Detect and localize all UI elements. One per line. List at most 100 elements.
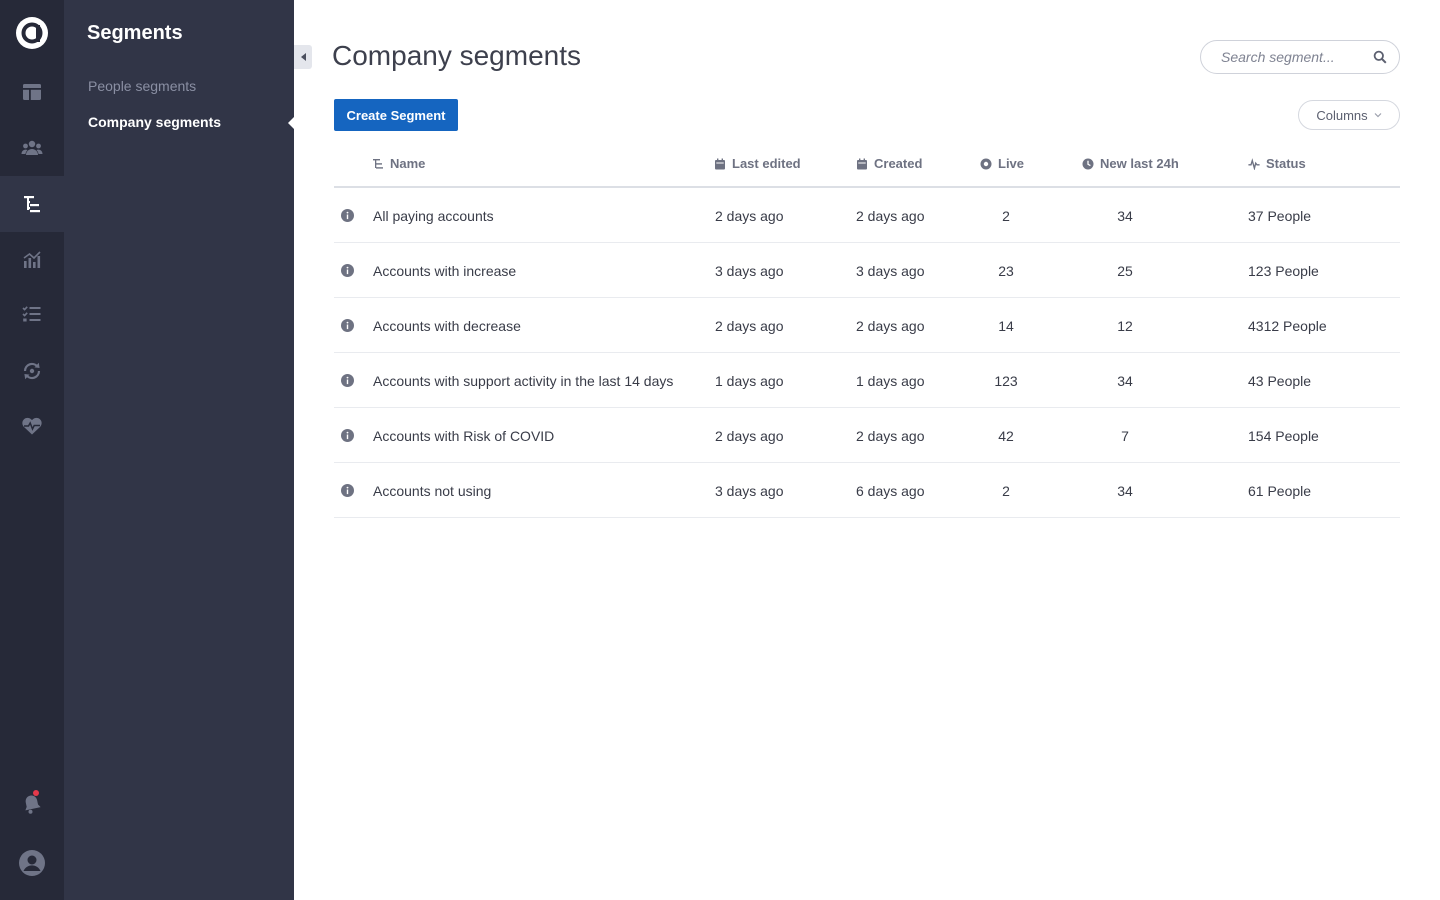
column-header-status[interactable]: Status — [1248, 156, 1306, 171]
new-last-24h-count: 7 — [1121, 428, 1129, 444]
new-last-24h-count: 25 — [1117, 263, 1133, 279]
info-icon[interactable] — [341, 484, 354, 497]
column-header-status-label: Status — [1266, 156, 1306, 171]
segment-name[interactable]: Accounts with Risk of COVID — [373, 428, 554, 444]
live-count: 42 — [998, 428, 1014, 444]
segments-icon — [24, 196, 40, 213]
table-row[interactable]: Accounts with decrease 2 days ago 2 days… — [334, 298, 1400, 353]
notification-badge — [33, 790, 39, 796]
column-header-new-last-24h-label: New last 24h — [1100, 156, 1179, 171]
rail-item-sync[interactable] — [0, 343, 64, 399]
sidebar-item-company-segments[interactable]: Company segments — [88, 114, 221, 130]
created: 2 days ago — [856, 428, 925, 444]
status: 4312 People — [1248, 318, 1327, 334]
info-icon[interactable] — [341, 319, 354, 332]
live-count: 23 — [998, 263, 1014, 279]
live-count: 2 — [1002, 483, 1010, 499]
chevron-left-icon — [300, 53, 306, 61]
table-row[interactable]: Accounts with Risk of COVID 2 days ago 2… — [334, 408, 1400, 463]
segment-name[interactable]: Accounts with decrease — [373, 318, 521, 334]
last-edited: 2 days ago — [715, 428, 784, 444]
table-row[interactable]: Accounts not using 3 days ago 6 days ago… — [334, 463, 1400, 518]
table-row[interactable]: Accounts with support activity in the la… — [334, 353, 1400, 408]
rail-item-analytics[interactable] — [0, 232, 64, 288]
last-edited: 3 days ago — [715, 263, 784, 279]
name-sort-icon — [373, 158, 383, 169]
last-edited: 3 days ago — [715, 483, 784, 499]
search-icon[interactable] — [1373, 50, 1387, 64]
segment-name[interactable]: Accounts with support activity in the la… — [373, 373, 673, 389]
dashboard-icon — [23, 84, 41, 100]
last-edited: 2 days ago — [715, 208, 784, 224]
pulse-icon — [1248, 157, 1260, 170]
segment-name[interactable]: Accounts with increase — [373, 263, 516, 279]
live-icon — [980, 158, 992, 169]
new-last-24h-count: 34 — [1117, 208, 1133, 224]
last-edited: 1 days ago — [715, 373, 784, 389]
column-header-new-last-24h[interactable]: New last 24h — [1082, 156, 1179, 171]
sidebar-item-people-segments[interactable]: People segments — [88, 78, 196, 94]
created: 2 days ago — [856, 208, 925, 224]
segments-table: Name Last edited Created Live New last 2… — [334, 142, 1400, 518]
new-last-24h-count: 34 — [1117, 373, 1133, 389]
rail-item-notifications[interactable] — [0, 776, 64, 832]
live-count: 2 — [1002, 208, 1010, 224]
avatar-icon — [19, 850, 45, 876]
rail-item-dashboard[interactable] — [0, 64, 64, 120]
column-header-last-edited[interactable]: Last edited — [714, 156, 801, 171]
column-header-name[interactable]: Name — [372, 156, 425, 171]
status: 37 People — [1248, 208, 1312, 224]
segment-name[interactable]: All paying accounts — [373, 208, 494, 224]
calendar-icon — [857, 158, 867, 169]
rail-item-people[interactable] — [0, 120, 64, 176]
created: 1 days ago — [856, 373, 925, 389]
create-segment-button[interactable]: Create Segment — [334, 99, 458, 131]
active-indicator — [288, 116, 295, 130]
new-last-24h-count: 34 — [1117, 483, 1133, 499]
search-input[interactable] — [1221, 49, 1361, 65]
people-icon — [21, 140, 43, 155]
rail-item-profile[interactable] — [0, 835, 64, 891]
sync-icon — [23, 362, 41, 380]
status: 123 People — [1248, 263, 1319, 279]
info-icon[interactable] — [341, 374, 354, 387]
health-icon — [22, 417, 42, 435]
column-header-created-label: Created — [874, 156, 923, 171]
table-row[interactable]: Accounts with increase 3 days ago 3 days… — [334, 243, 1400, 298]
info-icon[interactable] — [341, 429, 354, 442]
new-last-24h-count: 12 — [1117, 318, 1133, 334]
collapse-sidebar-button[interactable] — [294, 45, 312, 69]
info-icon[interactable] — [341, 209, 354, 222]
calendar-icon — [715, 158, 725, 169]
status: 61 People — [1248, 483, 1312, 499]
notifications-icon — [25, 795, 41, 814]
column-header-name-label: Name — [390, 156, 426, 171]
chevron-down-icon — [1374, 113, 1382, 118]
columns-button[interactable]: Columns — [1298, 100, 1400, 130]
last-edited: 2 days ago — [715, 318, 784, 334]
icon-rail — [0, 0, 64, 900]
created: 3 days ago — [856, 263, 925, 279]
columns-label: Columns — [1316, 107, 1368, 123]
rail-item-health[interactable] — [0, 398, 64, 454]
sidebar-title: Segments — [87, 22, 183, 44]
rail-item-segments[interactable] — [0, 176, 64, 232]
live-count: 14 — [998, 318, 1014, 334]
status: 154 People — [1248, 428, 1319, 444]
status: 43 People — [1248, 373, 1312, 389]
column-header-live-label: Live — [998, 156, 1025, 171]
segment-name[interactable]: Accounts not using — [373, 483, 491, 499]
created: 6 days ago — [856, 483, 925, 499]
created: 2 days ago — [856, 318, 925, 334]
info-icon[interactable] — [341, 264, 354, 277]
search-box — [1200, 40, 1400, 74]
column-header-live[interactable]: Live — [980, 156, 1024, 171]
rail-item-checklist[interactable] — [0, 286, 64, 342]
app-logo-icon[interactable] — [15, 16, 49, 50]
column-header-created[interactable]: Created — [856, 156, 922, 171]
clock-icon — [1082, 158, 1094, 169]
table-row[interactable]: All paying accounts 2 days ago 2 days ag… — [334, 188, 1400, 243]
page-title: Company segments — [332, 40, 582, 71]
checklist-icon — [22, 306, 41, 322]
column-header-last-edited-label: Last edited — [732, 156, 801, 171]
